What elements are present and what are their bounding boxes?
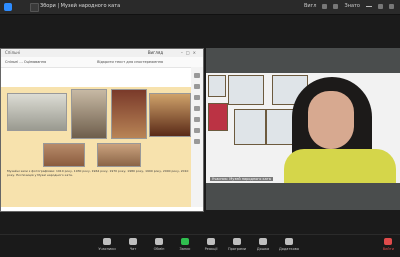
record-icon <box>181 238 189 245</box>
reactions-label: Реакції <box>204 247 218 251</box>
tool-icon[interactable] <box>194 84 200 89</box>
apps-label: Програми <box>227 247 247 251</box>
tool-icon[interactable] <box>194 95 200 100</box>
shared-window[interactable]: Спільні Вигляд –□× Спільні ... Оцінюванн… <box>0 48 204 212</box>
view-label[interactable]: Вигл <box>304 3 317 9</box>
app-logo-icon <box>4 3 12 11</box>
shared-window-menu: Спільні ... Оцінювання Відкрити текст дл… <box>1 57 203 68</box>
participant-name-label: Учасник: Музей народного ката <box>210 177 273 181</box>
tool-icon[interactable] <box>194 106 200 111</box>
known-label[interactable]: Знато <box>344 3 360 9</box>
whiteboard-icon <box>259 238 267 245</box>
mute-icon[interactable] <box>322 3 328 9</box>
slide-photo-fresco <box>97 143 141 167</box>
participant-video[interactable] <box>206 73 400 183</box>
wall-frame <box>208 103 228 131</box>
record-label: Запис <box>179 247 191 251</box>
wall-frame <box>234 109 266 145</box>
close-icon[interactable] <box>389 3 394 9</box>
more-button[interactable]: Додатково <box>274 238 304 251</box>
window-controls[interactable]: –□× <box>181 50 199 55</box>
reactions-icon <box>207 238 215 245</box>
apps-icon <box>233 238 241 245</box>
shared-window-title: Спільні <box>5 50 21 55</box>
tool-icon[interactable] <box>194 73 200 78</box>
more-label: Додатково <box>279 247 299 251</box>
end-icon <box>384 238 393 245</box>
whiteboard-label: Дошка <box>256 247 270 251</box>
meeting-toolbar: Учасники Чат Обмін Запис Реакції Програм… <box>0 234 400 257</box>
menu-left-text[interactable]: Спільні ... Оцінювання <box>5 60 46 64</box>
slide-photo-interior <box>111 89 147 139</box>
window-title: Збори | Музей народного ката <box>40 3 121 9</box>
slide-photo-document <box>43 143 85 167</box>
shirt <box>284 149 396 183</box>
slide-photo-church-exterior <box>7 93 67 131</box>
tool-icon[interactable] <box>194 128 200 133</box>
chat-label: Чат <box>129 247 137 251</box>
wall-frame <box>228 75 264 105</box>
face <box>308 91 354 149</box>
share-screen-icon <box>155 238 163 245</box>
view-button[interactable]: Вигляд <box>148 50 163 55</box>
more-icon <box>285 238 293 245</box>
wall-frame <box>208 75 226 97</box>
slide-photo-tower <box>71 89 107 139</box>
chat-icon <box>129 238 137 245</box>
participant <box>278 77 398 183</box>
top-bar: Збори | Музей народного ката Вигл Знато <box>0 0 400 15</box>
slide-photo-altar <box>149 93 191 137</box>
participants-icon <box>103 238 111 245</box>
maximize-icon[interactable] <box>378 3 383 9</box>
slide-tools <box>191 67 203 207</box>
share-label: Обмін <box>153 247 165 251</box>
presentation-slide: Музейні зали з фотографіями: 1910 року, … <box>1 87 191 207</box>
minimize-icon[interactable] <box>366 5 372 7</box>
tool-icon[interactable] <box>194 117 200 122</box>
tool-icon[interactable] <box>194 139 200 144</box>
slide-caption: Музейні зали з фотографіями: 1910 року, … <box>7 169 189 177</box>
top-right-controls: Вигл Знато <box>304 3 394 9</box>
end-button[interactable]: Вийти <box>383 238 394 251</box>
menu-right-text[interactable]: Відкрити текст для спостереження <box>97 60 163 64</box>
grid-icon[interactable] <box>333 3 339 9</box>
participants-label: Учасники <box>98 247 116 251</box>
end-label: Вийти <box>382 247 394 251</box>
window-icon <box>30 3 39 12</box>
